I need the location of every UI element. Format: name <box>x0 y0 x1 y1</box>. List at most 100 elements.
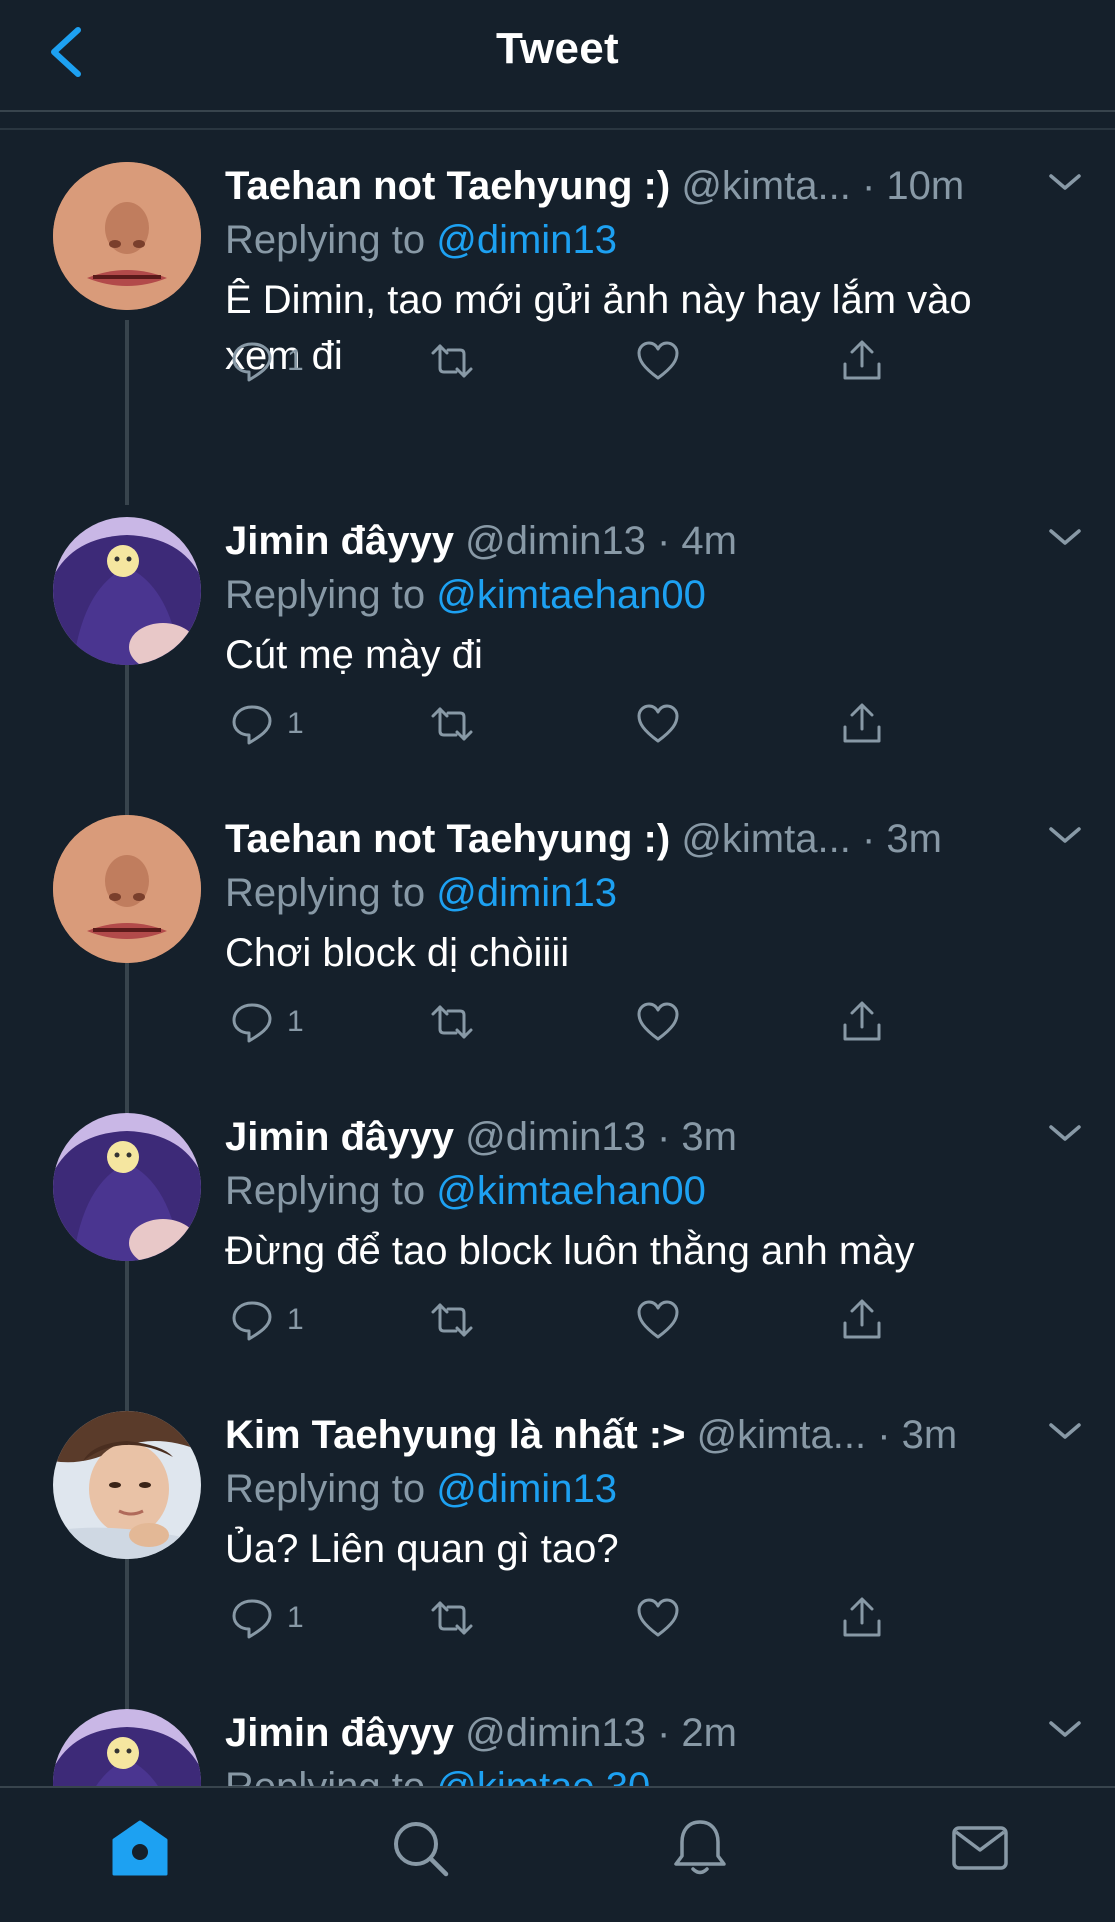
separator-dot: · <box>656 519 682 563</box>
retweet-button[interactable] <box>429 1591 475 1647</box>
replying-prefix: Replying to <box>225 218 426 262</box>
user-handle[interactable]: @dimin13 <box>465 1711 646 1755</box>
reply-button[interactable]: 1 <box>229 1293 304 1349</box>
reply-icon <box>232 1599 272 1639</box>
timestamp: 2m <box>681 1711 737 1755</box>
user-handle[interactable]: @kimta... <box>681 817 851 861</box>
heart-icon <box>637 1002 679 1041</box>
share-button[interactable] <box>839 995 885 1051</box>
tab-home[interactable] <box>108 1816 172 1880</box>
like-button[interactable] <box>635 1293 681 1349</box>
timestamp: 3m <box>901 1413 958 1457</box>
user-handle[interactable]: @kimta... <box>697 1413 867 1457</box>
avatar[interactable] <box>53 162 201 310</box>
like-button[interactable] <box>635 1591 681 1647</box>
share-icon <box>843 1597 881 1637</box>
avatar[interactable] <box>53 1113 201 1261</box>
display-name[interactable]: Jimin đâyyy <box>225 1711 454 1755</box>
retweet-icon <box>431 707 473 741</box>
display-name[interactable]: Kim Taehyung là nhất :> <box>225 1413 685 1457</box>
reply-button[interactable]: 1 <box>229 1591 304 1647</box>
avatar[interactable] <box>53 815 201 963</box>
tab-notifications[interactable] <box>668 1816 732 1880</box>
retweet-button[interactable] <box>429 697 475 753</box>
purple-hair-avatar <box>53 1709 201 1787</box>
display-name[interactable]: Taehan not Taehyung :) <box>225 164 670 208</box>
reply-button[interactable]: 1 <box>229 334 304 390</box>
retweet-button[interactable] <box>429 334 475 390</box>
tweet-text: Chơi block dị chòiiii <box>225 931 570 975</box>
mention-link[interactable]: @kimtae 30 <box>436 1765 650 1787</box>
user-handle[interactable]: @kimta... <box>681 164 851 208</box>
share-icon <box>843 340 881 380</box>
share-button[interactable] <box>839 1591 885 1647</box>
mention-link[interactable]: @dimin13 <box>436 218 617 262</box>
avatar[interactable] <box>53 1709 201 1787</box>
mail-icon <box>952 1826 1008 1870</box>
tweet[interactable]: Jimin đâyyy @dimin13 · 3m Replying to @k… <box>0 1083 1115 1436</box>
like-button[interactable] <box>635 334 681 390</box>
tab-messages[interactable] <box>948 1816 1012 1880</box>
like-button[interactable] <box>635 697 681 753</box>
retweet-icon <box>431 344 473 378</box>
heart-icon <box>637 1300 679 1339</box>
separator-dot: · <box>861 817 887 861</box>
replying-to: Replying to @kimtaehan00 <box>225 569 706 621</box>
purple-hair-avatar <box>53 517 201 665</box>
mention-link[interactable]: @kimtaehan00 <box>436 573 706 617</box>
display-name[interactable]: Taehan not Taehyung :) <box>225 817 670 861</box>
display-name[interactable]: Jimin đâyyy <box>225 1115 454 1159</box>
mention-link[interactable]: @dimin13 <box>436 871 617 915</box>
bell-icon <box>674 1820 726 1875</box>
reply-button[interactable]: 1 <box>229 995 304 1051</box>
tweet[interactable]: Jimin đâyyy @dimin13 · 2m Replying to @k… <box>0 1679 1115 1787</box>
tweet[interactable]: Taehan not Taehyung :) @kimta... · 10m R… <box>0 132 1115 505</box>
replying-prefix: Replying to <box>225 1169 426 1213</box>
timestamp: 4m <box>681 519 737 563</box>
retweet-button[interactable] <box>429 1293 475 1349</box>
reply-count: 1 <box>287 1303 304 1336</box>
chevron-down-icon[interactable] <box>1045 168 1085 196</box>
user-handle[interactable]: @dimin13 <box>465 1115 646 1159</box>
tweet[interactable]: Kim Taehyung là nhất :> @kimta... · 3m R… <box>0 1381 1115 1734</box>
display-name[interactable]: Jimin đâyyy <box>225 519 454 563</box>
face-closeup-avatar <box>53 162 201 310</box>
face-closeup-avatar <box>53 815 201 963</box>
chevron-down-icon[interactable] <box>1045 1417 1085 1445</box>
chevron-down-icon[interactable] <box>1045 821 1085 849</box>
bottom-tab-bar <box>0 1786 1115 1922</box>
mention-link[interactable]: @dimin13 <box>436 1467 617 1511</box>
tweet-actions: 1 <box>225 1591 925 1647</box>
tweet-actions: 1 <box>225 697 925 753</box>
tweet[interactable]: Taehan not Taehyung :) @kimta... · 3m Re… <box>0 785 1115 1138</box>
share-button[interactable] <box>839 334 885 390</box>
mention-link[interactable]: @kimtaehan00 <box>436 1169 706 1213</box>
tweet-text: Đừng để tao block luôn thằng anh mày <box>225 1229 915 1273</box>
retweet-icon <box>431 1601 473 1635</box>
replying-to: Replying to @kimtaehan00 <box>225 1165 706 1217</box>
user-handle[interactable]: @dimin13 <box>465 519 646 563</box>
avatar[interactable] <box>53 517 201 665</box>
tweet-actions: 1 <box>225 334 925 390</box>
avatar[interactable] <box>53 1411 201 1559</box>
replying-prefix: Replying to <box>225 573 426 617</box>
replying-to: Replying to @dimin13 <box>225 214 617 266</box>
tweet[interactable]: Jimin đâyyy @dimin13 · 4m Replying to @k… <box>0 487 1115 840</box>
share-icon <box>843 1001 881 1041</box>
retweet-button[interactable] <box>429 995 475 1051</box>
like-button[interactable] <box>635 995 681 1051</box>
chevron-down-icon[interactable] <box>1045 1715 1085 1743</box>
share-button[interactable] <box>839 1293 885 1349</box>
separator-dot: · <box>656 1115 682 1159</box>
replying-prefix: Replying to <box>225 1467 426 1511</box>
replying-to: Replying to @dimin13 <box>225 1463 617 1515</box>
chevron-down-icon[interactable] <box>1045 523 1085 551</box>
reply-count: 1 <box>287 344 304 377</box>
reply-button[interactable]: 1 <box>229 697 304 753</box>
conversation-thread: Taehan not Taehyung :) @kimta... · 10m R… <box>0 132 1115 1787</box>
purple-hair-avatar <box>53 1113 201 1261</box>
chevron-down-icon[interactable] <box>1045 1119 1085 1147</box>
tab-search[interactable] <box>388 1816 452 1880</box>
share-button[interactable] <box>839 697 885 753</box>
timestamp: 10m <box>886 164 965 208</box>
